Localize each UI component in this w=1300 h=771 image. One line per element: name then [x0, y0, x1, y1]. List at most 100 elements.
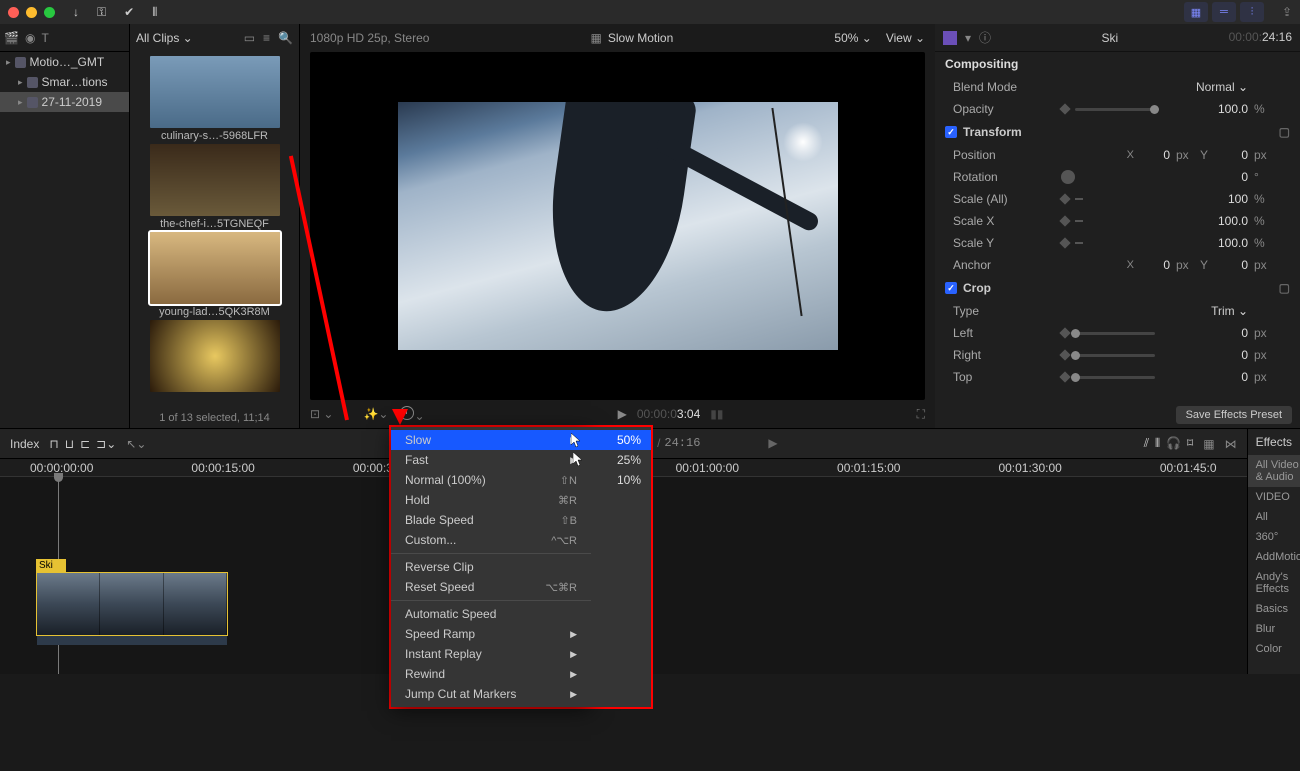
- crop-type-value[interactable]: Trim ⌄: [1188, 304, 1248, 318]
- filmstrip-icon[interactable]: ▭: [244, 31, 255, 45]
- submenu-item[interactable]: 50%: [591, 430, 651, 450]
- keyword-icon[interactable]: ⚿: [97, 5, 106, 20]
- keyframe-icon[interactable]: [1059, 371, 1070, 382]
- keyframe-icon[interactable]: [1059, 237, 1070, 248]
- menu-item[interactable]: Normal (100%)⇧N: [391, 470, 591, 490]
- clip-thumbnail[interactable]: the-chef-i…5TGNEQF: [150, 144, 280, 230]
- import-icon[interactable]: ↓: [73, 5, 79, 20]
- append-icon[interactable]: ⊏: [80, 437, 90, 451]
- color-inspector-icon[interactable]: ▾: [965, 31, 971, 45]
- effects-category[interactable]: Andy's Effects: [1248, 567, 1300, 599]
- transform-reset-icon[interactable]: ▢: [1279, 125, 1290, 139]
- menu-item[interactable]: Reset Speed⌥⌘R: [391, 577, 591, 597]
- view-dropdown[interactable]: View ⌄: [886, 31, 925, 45]
- effects-category[interactable]: Blur: [1248, 619, 1300, 639]
- render-icon[interactable]: ✔︎: [124, 5, 134, 20]
- timecode-display[interactable]: 00:00:03:04: [637, 404, 700, 424]
- fullscreen-icon[interactable]: ⛶: [917, 407, 925, 422]
- titles-icon[interactable]: T: [41, 31, 48, 45]
- keyframe-icon[interactable]: [1059, 103, 1070, 114]
- effects-category[interactable]: Color: [1248, 639, 1300, 659]
- crop-right-value[interactable]: 0: [1188, 348, 1248, 362]
- clip-thumbnail[interactable]: culinary-s…-5968LFR: [150, 56, 280, 142]
- insert-icon[interactable]: ⊔: [65, 437, 74, 451]
- share-icon[interactable]: ⇪: [1282, 5, 1292, 19]
- minimize-window-icon[interactable]: [26, 7, 37, 18]
- transform-section[interactable]: ✓Transform▢: [935, 120, 1300, 144]
- next-edit-icon[interactable]: ▶: [768, 436, 777, 451]
- submenu-item[interactable]: 10%: [591, 470, 651, 490]
- anchor-y[interactable]: 0: [1218, 258, 1248, 272]
- anchor-x[interactable]: 0: [1140, 258, 1170, 272]
- photos-icon[interactable]: ◉: [25, 31, 35, 45]
- transform-tool-icon[interactable]: ⊡ ⌄: [310, 407, 333, 421]
- waveform-icon[interactable]: ⫴: [152, 5, 157, 20]
- menu-item[interactable]: Speed Ramp▶: [391, 624, 591, 644]
- save-effects-preset-button[interactable]: Save Effects Preset: [1176, 406, 1292, 424]
- inspector-button[interactable]: ⫶: [1240, 2, 1264, 22]
- keyframe-icon[interactable]: [1059, 349, 1070, 360]
- timeline-options-icon[interactable]: ⋈: [1225, 437, 1237, 451]
- timeline-clip[interactable]: Ski: [36, 572, 228, 636]
- crop-top-value[interactable]: 0: [1188, 370, 1248, 384]
- position-x[interactable]: 0: [1140, 148, 1170, 162]
- rotation-dial-icon[interactable]: [1061, 170, 1075, 184]
- menu-item[interactable]: Blade Speed⇧B: [391, 510, 591, 530]
- effects-category[interactable]: VIDEO: [1248, 487, 1300, 507]
- select-tool-icon[interactable]: ↖⌄: [126, 437, 146, 451]
- enhance-icon[interactable]: ✨⌄: [363, 407, 388, 421]
- solo-icon[interactable]: 🎧: [1166, 436, 1181, 451]
- play-icon[interactable]: ▶: [618, 407, 627, 421]
- menu-item[interactable]: Slow▶: [391, 430, 591, 450]
- timeline-button[interactable]: ═: [1212, 2, 1236, 22]
- menu-item[interactable]: Instant Replay▶: [391, 644, 591, 664]
- sidebar-item[interactable]: ▸27-11-2019: [0, 92, 129, 112]
- sidebar-item[interactable]: ▸Smar…tions: [0, 72, 129, 92]
- effects-category[interactable]: AddMotion: [1248, 547, 1300, 567]
- blend-mode-value[interactable]: Normal ⌄: [1188, 80, 1248, 94]
- keyframe-icon[interactable]: [1059, 193, 1070, 204]
- crop-left-value[interactable]: 0: [1188, 326, 1248, 340]
- submenu-item[interactable]: 25%: [591, 450, 651, 470]
- scale-y-value[interactable]: 100.0: [1188, 236, 1248, 250]
- menu-item[interactable]: Automatic Speed: [391, 604, 591, 624]
- clip-appearance-icon[interactable]: ▦: [1203, 437, 1214, 451]
- skimming-icon[interactable]: ⫽: [1144, 436, 1149, 451]
- effects-category[interactable]: All Video & Audio: [1248, 455, 1300, 487]
- menu-item[interactable]: Reverse Clip: [391, 557, 591, 577]
- keyframe-icon[interactable]: [1059, 327, 1070, 338]
- connect-icon[interactable]: ⊓: [49, 437, 58, 451]
- overwrite-icon[interactable]: ⊐⌄: [96, 437, 116, 451]
- clip-thumbnail[interactable]: [150, 320, 280, 392]
- position-y[interactable]: 0: [1218, 148, 1248, 162]
- crop-reset-icon[interactable]: ▢: [1279, 281, 1290, 295]
- transform-checkbox[interactable]: ✓: [945, 126, 957, 138]
- effects-category[interactable]: All: [1248, 507, 1300, 527]
- scale-all-value[interactable]: 100: [1188, 192, 1248, 206]
- close-window-icon[interactable]: [8, 7, 19, 18]
- search-icon[interactable]: 🔍: [278, 31, 293, 45]
- crop-checkbox[interactable]: ✓: [945, 282, 957, 294]
- list-icon[interactable]: ≡: [263, 31, 270, 45]
- effects-category[interactable]: 360°: [1248, 527, 1300, 547]
- menu-item[interactable]: Fast▶: [391, 450, 591, 470]
- angle-icon[interactable]: ▦: [591, 31, 602, 45]
- info-inspector-icon[interactable]: ⓘ: [979, 29, 991, 46]
- zoom-dropdown[interactable]: 50% ⌄: [834, 31, 871, 45]
- compositing-section[interactable]: Compositing: [935, 52, 1300, 76]
- index-button[interactable]: Index: [10, 437, 39, 451]
- filter-dropdown[interactable]: All Clips ⌄: [136, 31, 193, 45]
- maximize-window-icon[interactable]: [44, 7, 55, 18]
- rotation-value[interactable]: 0: [1188, 170, 1248, 184]
- audio-skimming-icon[interactable]: ⫴: [1155, 436, 1160, 451]
- effects-category[interactable]: Basics: [1248, 599, 1300, 619]
- viewer-canvas[interactable]: [310, 52, 925, 400]
- menu-item[interactable]: Custom...^⌥R: [391, 530, 591, 550]
- video-inspector-icon[interactable]: [943, 31, 957, 45]
- snapping-icon[interactable]: ⌑: [1187, 436, 1193, 451]
- clapper-icon[interactable]: 🎬: [4, 31, 19, 45]
- library-button[interactable]: ▦: [1184, 2, 1208, 22]
- keyframe-icon[interactable]: [1059, 215, 1070, 226]
- opacity-value[interactable]: 100.0: [1188, 102, 1248, 116]
- scale-x-value[interactable]: 100.0: [1188, 214, 1248, 228]
